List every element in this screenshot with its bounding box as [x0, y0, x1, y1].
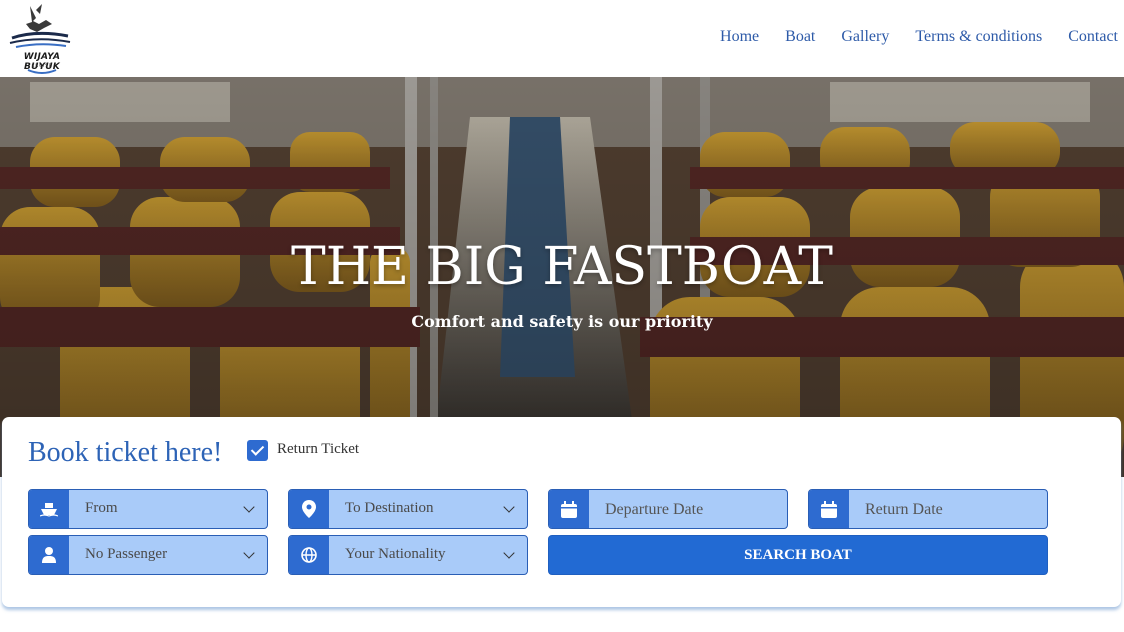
chevron-down-icon: [243, 547, 255, 559]
user-icon: [29, 536, 69, 574]
brand-tagline: CRUISE: [31, 63, 53, 68]
calendar-icon: [549, 490, 589, 528]
map-pin-icon: [289, 490, 329, 528]
nav-home[interactable]: Home: [720, 28, 759, 46]
brand-logo[interactable]: WIJAYA BUYUK CRUISE: [6, 2, 76, 76]
nav-gallery[interactable]: Gallery: [841, 28, 889, 46]
booking-card: Book ticket here! Return Ticket From To …: [2, 417, 1121, 607]
brand-name: WIJAYA BUYUK: [23, 52, 61, 72]
nationality-value: Your Nationality: [345, 546, 446, 562]
chevron-down-icon: [503, 547, 515, 559]
hero-subtitle: Comfort and safety is our priority: [411, 312, 713, 331]
booking-title: Book ticket here!: [28, 437, 223, 468]
nationality-select[interactable]: Your Nationality: [288, 535, 528, 575]
nav-terms[interactable]: Terms & conditions: [915, 28, 1042, 46]
from-select[interactable]: From: [28, 489, 268, 529]
calendar-icon: [809, 490, 849, 528]
return-ticket-label[interactable]: Return Ticket: [277, 441, 359, 458]
passenger-select[interactable]: No Passenger: [28, 535, 268, 575]
search-boat-button[interactable]: SEARCH BOAT: [548, 535, 1048, 575]
globe-icon: [289, 536, 329, 574]
chevron-down-icon: [243, 501, 255, 513]
nav-contact[interactable]: Contact: [1068, 28, 1118, 46]
passenger-value: No Passenger: [85, 546, 168, 562]
chevron-down-icon: [503, 501, 515, 513]
hero-title: THE BIG FASTBOAT: [291, 237, 833, 297]
return-date-placeholder: Return Date: [865, 501, 943, 518]
return-ticket-checkbox[interactable]: [247, 440, 268, 461]
ship-icon: [29, 490, 69, 528]
departure-date-placeholder: Departure Date: [605, 501, 704, 518]
destination-value: To Destination: [345, 500, 434, 516]
return-date-input[interactable]: Return Date: [808, 489, 1048, 529]
destination-select[interactable]: To Destination: [288, 489, 528, 529]
main-nav: Home Boat Gallery Terms & conditions Con…: [694, 28, 1118, 46]
nav-boat[interactable]: Boat: [785, 28, 815, 46]
from-value: From: [85, 500, 118, 516]
departure-date-input[interactable]: Departure Date: [548, 489, 788, 529]
site-header: WIJAYA BUYUK CRUISE Home Boat Gallery Te…: [0, 0, 1124, 77]
